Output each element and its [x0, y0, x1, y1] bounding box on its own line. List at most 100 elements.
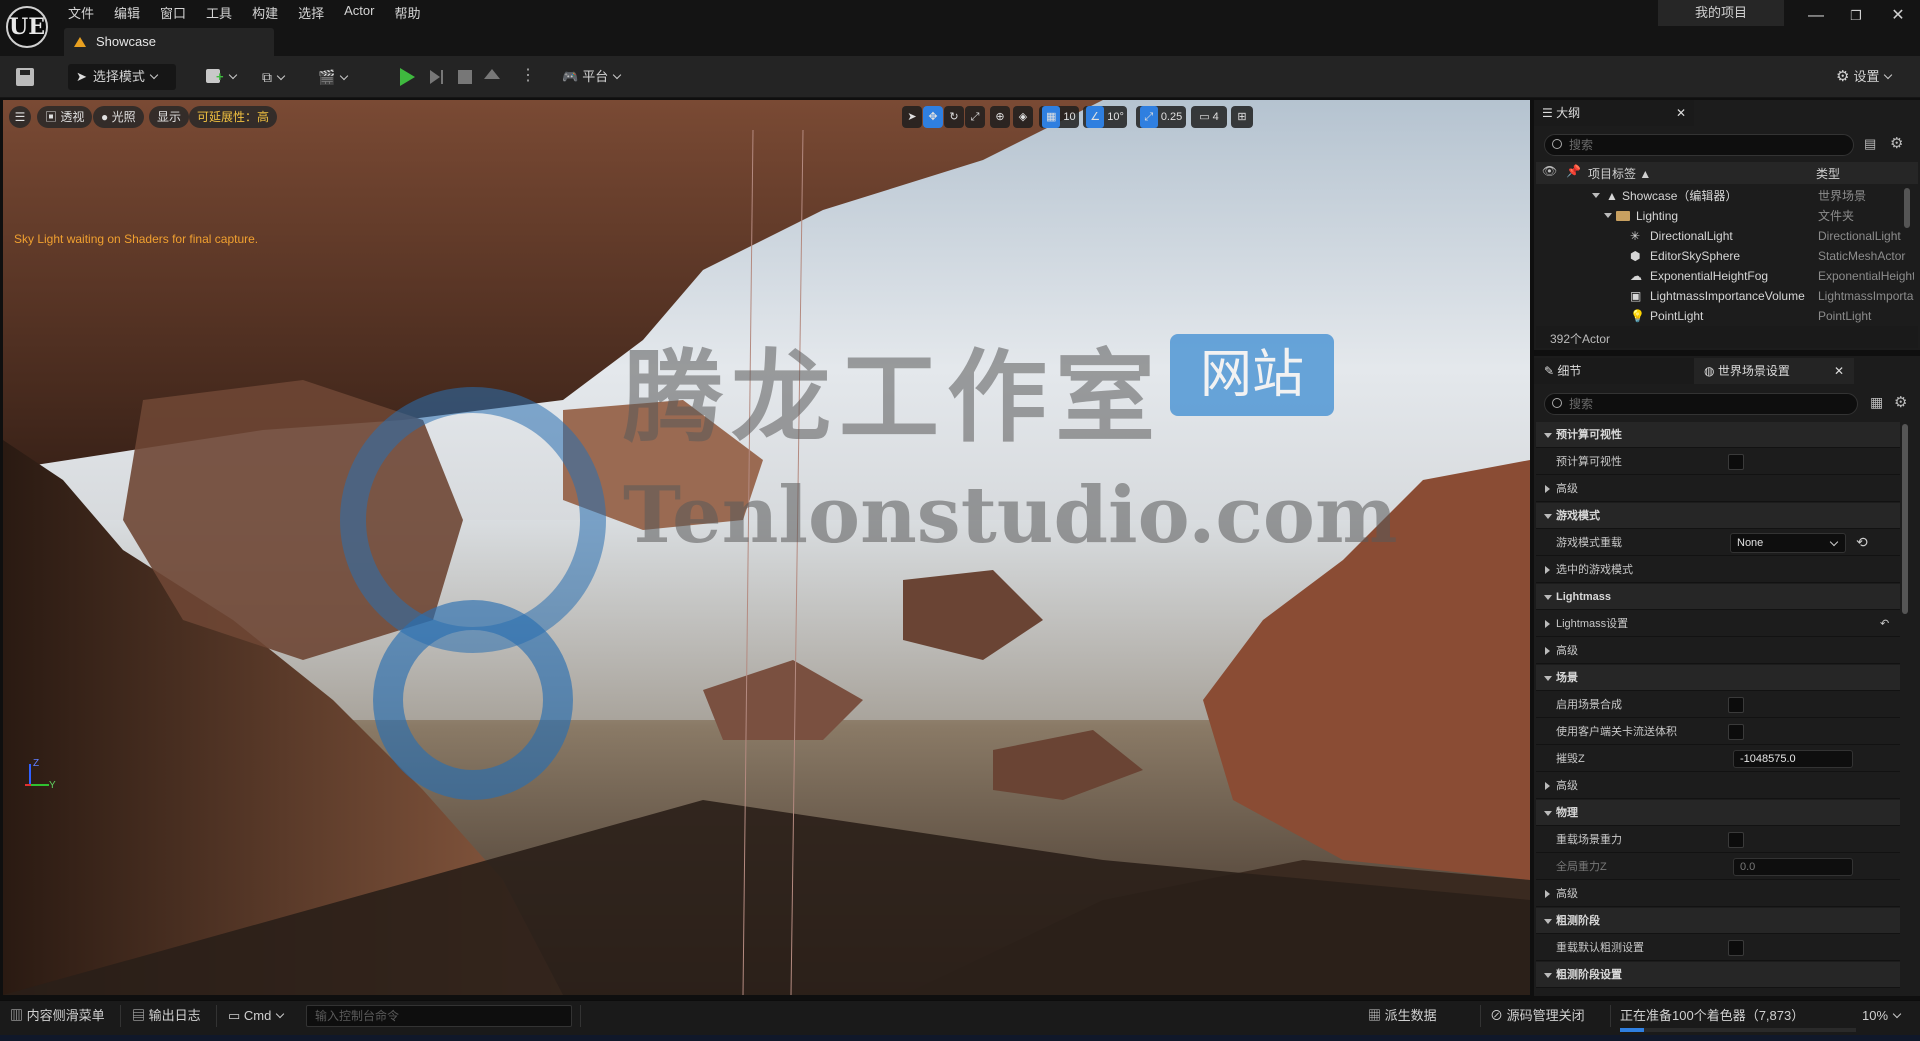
show-button[interactable]: 显示 — [149, 106, 190, 128]
advance-frame-button[interactable] — [430, 70, 444, 84]
scale-tool-icon[interactable]: ⤢ — [965, 106, 985, 128]
progress-percent-dropdown[interactable]: 10% — [1862, 1001, 1902, 1031]
expand-arrow-icon[interactable] — [1545, 485, 1550, 493]
add-folder-icon[interactable]: ▤ — [1864, 136, 1876, 152]
enable-world-composition-checkbox[interactable] — [1728, 697, 1744, 713]
save-icon[interactable] — [16, 68, 34, 86]
gear-icon[interactable]: ⚙ — [1890, 134, 1903, 152]
client-streaming-volume-checkbox[interactable] — [1728, 724, 1744, 740]
pin-icon[interactable]: 📌 — [1566, 164, 1581, 178]
menu-window[interactable]: 窗口 — [150, 0, 196, 24]
override-broadphase-checkbox[interactable] — [1728, 940, 1744, 956]
eye-icon[interactable]: 👁 — [1542, 164, 1557, 178]
project-name-button[interactable]: 我的项目 — [1658, 0, 1784, 26]
outliner-row[interactable]: ▣ LightmassImportanceVolume LightmassImp… — [1536, 286, 1918, 306]
outliner-row[interactable]: ▲ Showcase（编辑器） 世界场景 — [1536, 186, 1918, 206]
outliner-row[interactable]: ✳ DirectionalLight DirectionalLight — [1536, 226, 1918, 246]
expand-arrow-icon[interactable] — [1544, 595, 1552, 600]
grid-snap-toggle[interactable]: ▦ 10 — [1039, 106, 1079, 128]
rotate-tool-icon[interactable]: ↻ — [944, 106, 964, 128]
details-category[interactable]: 粗测阶段设置 — [1536, 962, 1900, 988]
details-category[interactable]: Lightmass — [1536, 584, 1900, 610]
details-subcategory[interactable]: Lightmass设置 ↶ — [1536, 611, 1900, 637]
expand-arrow-icon[interactable] — [1544, 973, 1552, 978]
perspective-button[interactable]: ▣ 透视 — [37, 106, 93, 128]
menu-build[interactable]: 构建 — [242, 0, 288, 24]
scalability-button[interactable]: 可延展性：高 — [189, 106, 278, 128]
menu-tools[interactable]: 工具 — [196, 0, 242, 24]
expand-arrow-icon[interactable] — [1545, 566, 1550, 574]
details-category[interactable]: 预计算可视性 — [1536, 422, 1900, 448]
unreal-logo-icon[interactable]: UE — [6, 6, 48, 48]
expand-arrow-icon[interactable] — [1545, 647, 1550, 655]
close-icon[interactable]: ✕ — [1676, 100, 1686, 126]
add-content-button[interactable]: + — [206, 64, 246, 90]
outliner-scrollbar[interactable] — [1904, 188, 1910, 228]
expand-arrow-icon[interactable] — [1592, 193, 1600, 198]
menu-select[interactable]: 选择 — [288, 0, 334, 24]
play-button[interactable] — [400, 68, 415, 86]
details-search-input[interactable]: 搜索 — [1544, 393, 1858, 415]
cinematics-button[interactable]: 🎬 — [318, 64, 358, 90]
source-control-button[interactable]: ⊘ 源码管理关闭 — [1490, 1001, 1585, 1031]
settings-dropdown[interactable]: ⚙ 设置 — [1836, 64, 1906, 90]
details-category[interactable]: 游戏模式 — [1536, 503, 1900, 529]
stop-button[interactable] — [458, 70, 472, 84]
override-gravity-checkbox[interactable] — [1728, 832, 1744, 848]
platform-dropdown[interactable]: 🎮 平台 — [562, 64, 632, 90]
expand-arrow-icon[interactable] — [1545, 782, 1550, 790]
outliner-row[interactable]: ⬢ EditorSkySphere StaticMeshActor — [1536, 246, 1918, 266]
outliner-tab[interactable]: ☰ 大纲 ✕ — [1534, 100, 1694, 126]
precomputed-visibility-checkbox[interactable] — [1728, 454, 1744, 470]
game-mode-dropdown[interactable]: None — [1730, 533, 1846, 553]
table-view-icon[interactable]: ▦ — [1870, 394, 1883, 411]
content-drawer-button[interactable]: ▥ 内容侧滑菜单 — [10, 1001, 105, 1031]
scale-snap-toggle[interactable]: ⤢ 0.25 — [1136, 106, 1186, 128]
derived-data-button[interactable]: ▦ 派生数据 — [1368, 1001, 1437, 1031]
outliner-row[interactable]: 💡 PointLight PointLight — [1536, 306, 1918, 326]
eject-button[interactable] — [484, 69, 500, 79]
gear-icon[interactable]: ⚙ — [1894, 393, 1907, 411]
details-category[interactable]: 粗测阶段 — [1536, 908, 1900, 934]
details-subcategory[interactable]: 选中的游戏模式 — [1536, 557, 1900, 583]
level-viewport[interactable]: 腾龙工作室 网站 Tenlonstudio.com ☰ ▣ 透视 ● 光照 显示… — [3, 100, 1530, 995]
details-subcategory[interactable]: 高级 — [1536, 881, 1900, 907]
outliner-row[interactable]: ☁ ExponentialHeightFog ExponentialHeight… — [1536, 266, 1918, 286]
details-scrollbar[interactable] — [1902, 424, 1908, 614]
close-button[interactable]: ✕ — [1886, 4, 1910, 28]
restore-button[interactable]: ❐ — [1844, 4, 1868, 28]
expand-arrow-icon[interactable] — [1544, 514, 1552, 519]
column-item-label[interactable]: 项目标签 ▲ — [1588, 165, 1651, 182]
expand-arrow-icon[interactable] — [1544, 811, 1552, 816]
viewport-menu-icon[interactable]: ☰ — [9, 106, 31, 128]
menu-edit[interactable]: 编辑 — [104, 0, 150, 24]
details-subcategory[interactable]: 高级 — [1536, 638, 1900, 664]
level-tab-showcase[interactable]: Showcase — [64, 28, 274, 56]
select-mode-dropdown[interactable]: ➤ 选择模式 — [68, 64, 176, 90]
world-settings-tab[interactable]: ◍ 世界场景设置 ✕ — [1694, 358, 1854, 384]
lighting-button[interactable]: ● 光照 — [93, 106, 144, 128]
details-category[interactable]: 场景 — [1536, 665, 1900, 691]
select-tool-icon[interactable]: ➤ — [902, 106, 922, 128]
translate-tool-icon[interactable]: ✥ — [923, 106, 943, 128]
camera-speed-button[interactable]: ▭ 4 — [1191, 106, 1227, 128]
menu-actor[interactable]: Actor — [334, 0, 384, 24]
viewport-layout-icon[interactable]: ⊞ — [1231, 106, 1253, 128]
details-subcategory[interactable]: 高级 — [1536, 476, 1900, 502]
expand-arrow-icon[interactable] — [1545, 890, 1550, 898]
minimize-button[interactable]: — — [1804, 4, 1828, 28]
expand-arrow-icon[interactable] — [1604, 213, 1612, 218]
outliner-search-input[interactable]: 搜索 — [1544, 134, 1854, 156]
global-gravity-z-input[interactable]: 0.0 — [1733, 858, 1853, 876]
details-tab[interactable]: ✎ 细节 — [1534, 358, 1694, 384]
surface-snap-icon[interactable]: ◈ — [1013, 106, 1033, 128]
reset-arrow-icon[interactable]: ↶ — [1880, 611, 1889, 637]
console-command-input[interactable]: 输入控制台命令 — [306, 1005, 572, 1027]
expand-arrow-icon[interactable] — [1544, 919, 1552, 924]
menu-help[interactable]: 帮助 — [384, 0, 430, 24]
column-type[interactable]: 类型 — [1816, 165, 1840, 182]
expand-arrow-icon[interactable] — [1544, 676, 1552, 681]
cmd-dropdown[interactable]: ▭ Cmd — [228, 1001, 285, 1031]
details-category[interactable]: 物理 — [1536, 800, 1900, 826]
blueprint-button[interactable]: ⧉ — [262, 64, 302, 90]
